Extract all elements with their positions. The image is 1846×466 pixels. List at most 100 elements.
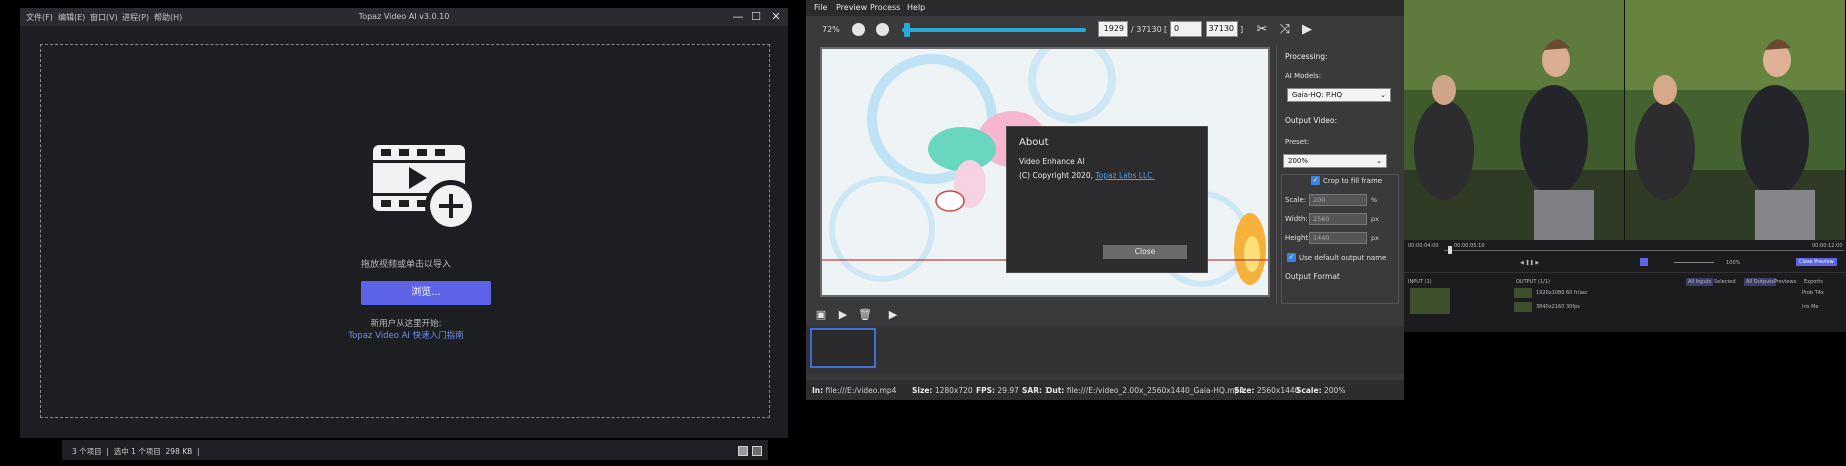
add-video-icon[interactable]: ▣	[812, 306, 830, 324]
bottom-toolbar: ▣ ▶ 🗑 ▶	[806, 306, 1276, 324]
preset-label: Preset:	[1285, 138, 1310, 146]
output-path: file:///E:/video_2.00x_2560x1440_Gaia-HQ…	[1066, 386, 1245, 395]
chevron-down-icon: ⌄	[1380, 91, 1386, 99]
input-path: file:///E:/video.mp4	[825, 386, 897, 395]
split-icon[interactable]: ⤨	[1276, 21, 1294, 39]
about-copyright: (C) Copyright 2020, Topaz Labs LLC.	[1019, 171, 1155, 180]
crop-checkbox[interactable]: ✓	[1311, 176, 1320, 185]
range-end-input[interactable]: 37130	[1206, 21, 1238, 37]
menu-preview[interactable]: Preview	[836, 3, 867, 12]
minimize-icon[interactable]: —	[730, 9, 746, 25]
settings-panel: Processing: AI Models: Gaia-HQ: P.HQ ⌄ Ou…	[1276, 46, 1401, 304]
about-dialog: About Video Enhance AI (C) Copyright 202…	[1006, 126, 1208, 273]
video-thumbnail[interactable]	[810, 328, 876, 368]
ai-model-value: Gaia-HQ: P.HQ	[1292, 91, 1342, 99]
ai-model-select[interactable]: Gaia-HQ: P.HQ ⌄	[1287, 88, 1391, 102]
sar-label: SAR:	[1022, 386, 1042, 395]
details-view-icon[interactable]	[738, 446, 748, 456]
camera-icon[interactable]: ▶	[884, 306, 902, 324]
crop-icon[interactable]	[1640, 258, 1648, 266]
playhead[interactable]	[1448, 246, 1452, 254]
cyclists-photo-original	[1404, 0, 1624, 240]
camera-icon[interactable]: ▶	[1298, 21, 1316, 39]
cyclists-photo-enhanced	[1625, 0, 1845, 240]
close-icon[interactable]: ✕	[768, 9, 784, 25]
width-input[interactable]: 2560	[1309, 213, 1367, 225]
topaz-video-ai-editor: 00:00:04:00 00:00:05:10 00:00:12:00 ◀ ❚❚…	[1404, 0, 1846, 466]
out-label: Out:	[1046, 386, 1065, 395]
enhanced-preview	[1624, 0, 1845, 240]
tab-all-outputs[interactable]: All Outputs	[1744, 278, 1776, 286]
add-video-icon	[373, 145, 477, 232]
editor-panel: 00:00:04:00 00:00:05:10 00:00:12:00 ◀ ❚❚…	[1404, 240, 1846, 332]
maximize-icon[interactable]: ☐	[748, 9, 764, 25]
time-start: 00:00:04:00	[1408, 243, 1439, 249]
window-title: Topaz Video AI v3.0.10	[358, 12, 450, 21]
previous-frame-icon[interactable]	[852, 23, 865, 36]
fps-value: 29.97	[997, 386, 1019, 395]
video-drop-zone[interactable]: 拖放视频或单击以导入 浏览... 新用户从这里开始: Topaz Video A…	[40, 44, 770, 418]
width-label: Width:	[1285, 215, 1308, 223]
height-input[interactable]: 1440	[1309, 232, 1367, 244]
timeline-handle[interactable]	[904, 23, 910, 37]
cut-icon[interactable]: ✂	[1253, 21, 1271, 39]
browse-button[interactable]: 浏览...	[361, 281, 491, 305]
crop-label: Crop to fill frame	[1323, 177, 1383, 185]
output-row-1-tag: Prob T4x	[1802, 290, 1824, 296]
scale-label: Scale:	[1285, 196, 1307, 204]
copyright-text: (C) Copyright 2020,	[1019, 171, 1093, 180]
menu-process[interactable]: Process	[870, 3, 900, 12]
scale-unit: %	[1371, 196, 1378, 204]
time-end: 00:00:12:00	[1812, 243, 1843, 249]
zoom-level[interactable]: 72%	[822, 25, 840, 34]
input-size: 1280x720	[934, 386, 973, 395]
output-thumbnail-2[interactable]	[1514, 302, 1532, 312]
original-preview	[1404, 0, 1624, 240]
in-label: In:	[812, 386, 824, 395]
play-icon[interactable]: ◀ ❚❚ ▶	[1520, 260, 1539, 266]
ai-models-label: AI Models:	[1285, 72, 1322, 80]
out-size-label: Size:	[1234, 386, 1255, 395]
size-label: Size:	[912, 386, 933, 395]
title-bar: 文件(F) 编辑(E) 窗口(V) 进程(P) 帮助(H) Topaz Vide…	[20, 8, 788, 26]
tab-all-inputs[interactable]: All Inputs	[1686, 278, 1714, 286]
tab-previews[interactable]: Previews	[1774, 279, 1796, 285]
thumbnail-view-icon[interactable]	[752, 446, 762, 456]
timeline[interactable]	[1444, 250, 1844, 251]
quick-start-guide-link[interactable]: Topaz Video AI 快速入门指南	[41, 329, 771, 341]
current-frame-input[interactable]: 1929	[1098, 21, 1128, 37]
divider	[1404, 272, 1846, 273]
width-unit: px	[1371, 215, 1379, 223]
output-size: 2560x1440	[1256, 386, 1300, 395]
topaz-video-ai-window: 文件(F) 编辑(E) 窗口(V) 进程(P) 帮助(H) Topaz Vide…	[20, 8, 788, 438]
close-button[interactable]: Close	[1103, 245, 1187, 259]
menu-bar: File Preview Process Help	[806, 0, 1404, 16]
close-preview-button[interactable]: Close Preview	[1796, 258, 1837, 266]
range-start-input[interactable]: 0	[1170, 21, 1202, 37]
tab-exports[interactable]: Exports	[1804, 279, 1823, 285]
total-frames: / 37130	[1131, 25, 1162, 34]
height-unit: px	[1371, 234, 1379, 242]
input-thumbnail[interactable]	[1410, 288, 1450, 314]
video-icon[interactable]: ▶	[834, 306, 852, 324]
trash-icon[interactable]: 🗑	[856, 306, 874, 324]
tab-selected[interactable]: Selected	[1714, 279, 1736, 285]
scale-input[interactable]: 200	[1309, 194, 1367, 206]
timeline-slider[interactable]	[902, 28, 1086, 32]
output-header: OUTPUT (1/1)	[1516, 279, 1550, 285]
output-format-label: Output Format	[1285, 272, 1340, 281]
menu-file[interactable]: File	[814, 3, 827, 12]
menu-help[interactable]: Help	[907, 3, 925, 12]
zoom-slider[interactable]	[1674, 262, 1714, 263]
company-link[interactable]: Topaz Labs LLC.	[1095, 171, 1154, 180]
zoom-value[interactable]: 100%	[1726, 260, 1740, 266]
output-thumbnail-1[interactable]	[1514, 288, 1532, 298]
new-user-text: 新用户从这里开始:	[370, 319, 442, 329]
default-name-checkbox[interactable]: ✓	[1287, 253, 1296, 262]
toolbar: 72% 1929 / 37130 [ 0 37130 ] ✂ ⤨ ▶	[806, 16, 1404, 46]
output-row-2-tag: Iris Me	[1802, 304, 1819, 310]
preset-select[interactable]: 200% ⌄	[1283, 154, 1387, 168]
status-text: 3 个项目 | 选中 1 个项目 298 KB |	[72, 447, 200, 456]
fps-label: FPS:	[976, 386, 996, 395]
play-pause-icon[interactable]	[876, 23, 889, 36]
